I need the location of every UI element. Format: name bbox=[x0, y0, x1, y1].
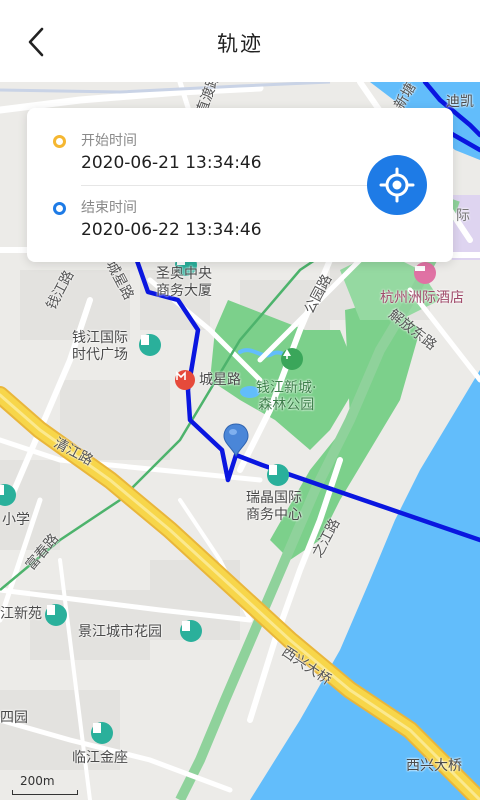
map-label-place: 临江金座 bbox=[72, 750, 128, 766]
map-label-metro-station: 城星路 bbox=[199, 372, 241, 388]
building-poi-icon bbox=[139, 334, 161, 356]
scale-label: 200m bbox=[20, 774, 55, 788]
map-label-place: 景江城市花园 bbox=[78, 624, 162, 640]
locate-crosshair-icon bbox=[379, 167, 415, 203]
map-label-bridge: 西兴大桥 bbox=[406, 758, 462, 774]
start-time-label: 开始时间 bbox=[81, 133, 137, 149]
building-poi-icon bbox=[180, 620, 202, 642]
end-time-value: 2020-06-22 13:34:46 bbox=[81, 220, 262, 240]
start-dot-icon bbox=[53, 135, 66, 148]
map-label-place: 迪凯 bbox=[446, 94, 474, 110]
end-dot-icon bbox=[53, 202, 66, 215]
map-scale: 200m bbox=[6, 772, 78, 796]
scale-bar bbox=[12, 790, 78, 795]
card-divider bbox=[81, 185, 367, 186]
park-poi-icon bbox=[281, 348, 303, 370]
start-time-value: 2020-06-21 13:34:46 bbox=[81, 153, 262, 173]
top-bar: 轨迹 bbox=[0, 0, 480, 82]
map-label-place: 圣奥中央 商务大厦 bbox=[156, 266, 212, 299]
map-label-place: 小学 bbox=[2, 512, 30, 528]
building-poi-icon bbox=[45, 604, 67, 626]
page-title: 轨迹 bbox=[217, 32, 263, 56]
map-label-place: 江新苑 bbox=[0, 606, 42, 622]
map-label-place: 钱江国际 时代广场 bbox=[72, 330, 128, 363]
building-poi-icon bbox=[91, 722, 113, 744]
map-label-place: 际 bbox=[456, 208, 470, 224]
map-label-park: 钱江新城· 森林公园 bbox=[256, 380, 317, 413]
map-label-place: 杭州洲际酒店 bbox=[380, 290, 464, 306]
metro-station-icon bbox=[175, 370, 195, 390]
locate-button[interactable] bbox=[367, 155, 427, 215]
hotel-poi-icon bbox=[414, 262, 436, 284]
map-label-place: 瑞晶国际 商务中心 bbox=[246, 490, 302, 523]
track-time-card: 开始时间 2020-06-21 13:34:46 结束时间 2020-06-22… bbox=[27, 108, 453, 262]
building-poi-icon bbox=[267, 464, 289, 486]
map-label-place: 四园 bbox=[0, 710, 28, 726]
end-time-label: 结束时间 bbox=[81, 200, 137, 216]
